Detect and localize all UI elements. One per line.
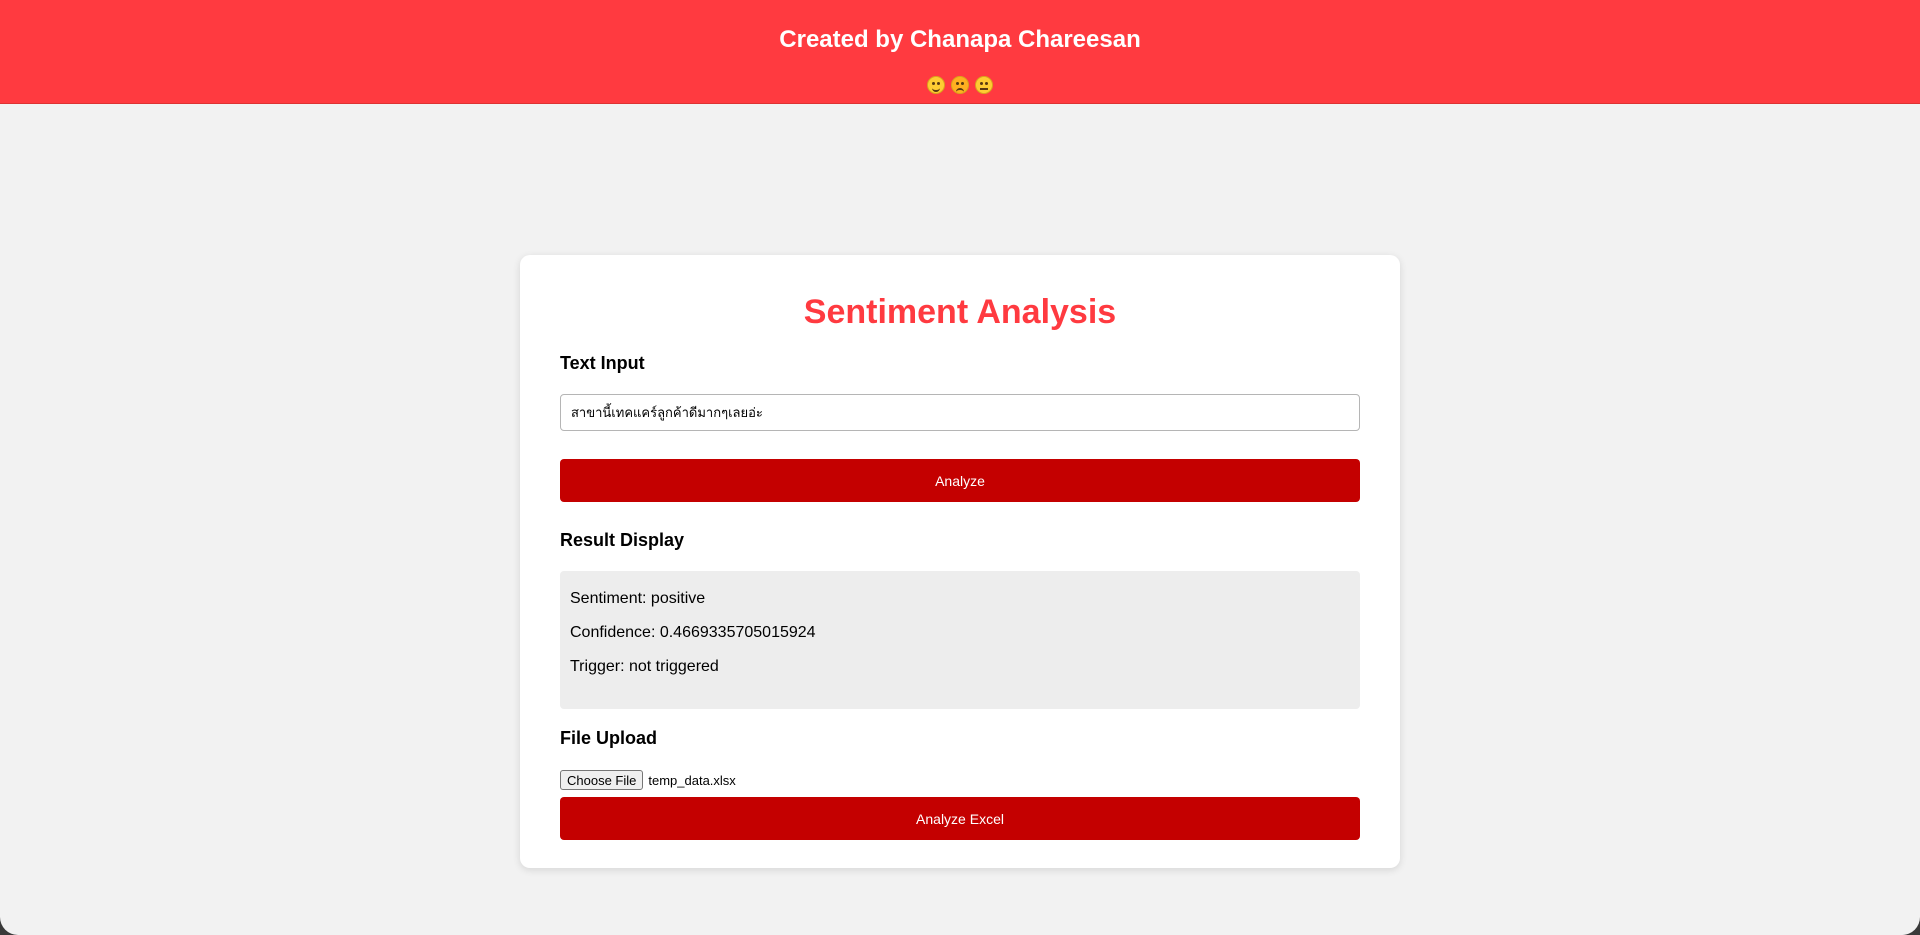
text-input-label: Text Input xyxy=(560,353,645,373)
result-display-label: Result Display xyxy=(560,530,685,550)
smile-emoji-icon xyxy=(927,76,945,94)
card-title: Sentiment Analysis xyxy=(803,293,1117,331)
trigger-result: Trigger: not triggered xyxy=(570,658,719,675)
analyze-button[interactable]: Analyze xyxy=(560,459,1360,502)
confidence-result: Confidence: 0.4669335705015924 xyxy=(570,624,816,641)
file-upload-label: File Upload xyxy=(560,728,658,748)
file-input[interactable]: Choose File temp_data.xlsx xyxy=(560,769,736,791)
app-window: Created by Chanapa Chareesan Sentiment A… xyxy=(0,0,1920,935)
result-box: Sentiment: positive Confidence: 0.466933… xyxy=(560,571,1360,709)
choose-file-button[interactable]: Choose File xyxy=(560,770,644,790)
analyze-excel-button[interactable]: Analyze Excel xyxy=(560,797,1360,840)
sentiment-result: Sentiment: positive xyxy=(570,590,706,607)
header-bar: Created by Chanapa Chareesan xyxy=(0,0,1920,104)
selected-file-name: temp_data.xlsx xyxy=(648,772,736,788)
sentiment-card: Sentiment Analysis Text Input Analyze Re… xyxy=(520,255,1400,868)
header-title: Created by Chanapa Chareesan xyxy=(779,26,1141,53)
text-input-field[interactable] xyxy=(560,394,1360,431)
emoji-row xyxy=(0,76,1920,98)
angry-emoji-icon xyxy=(951,76,969,94)
neutral-emoji-icon xyxy=(975,76,993,94)
